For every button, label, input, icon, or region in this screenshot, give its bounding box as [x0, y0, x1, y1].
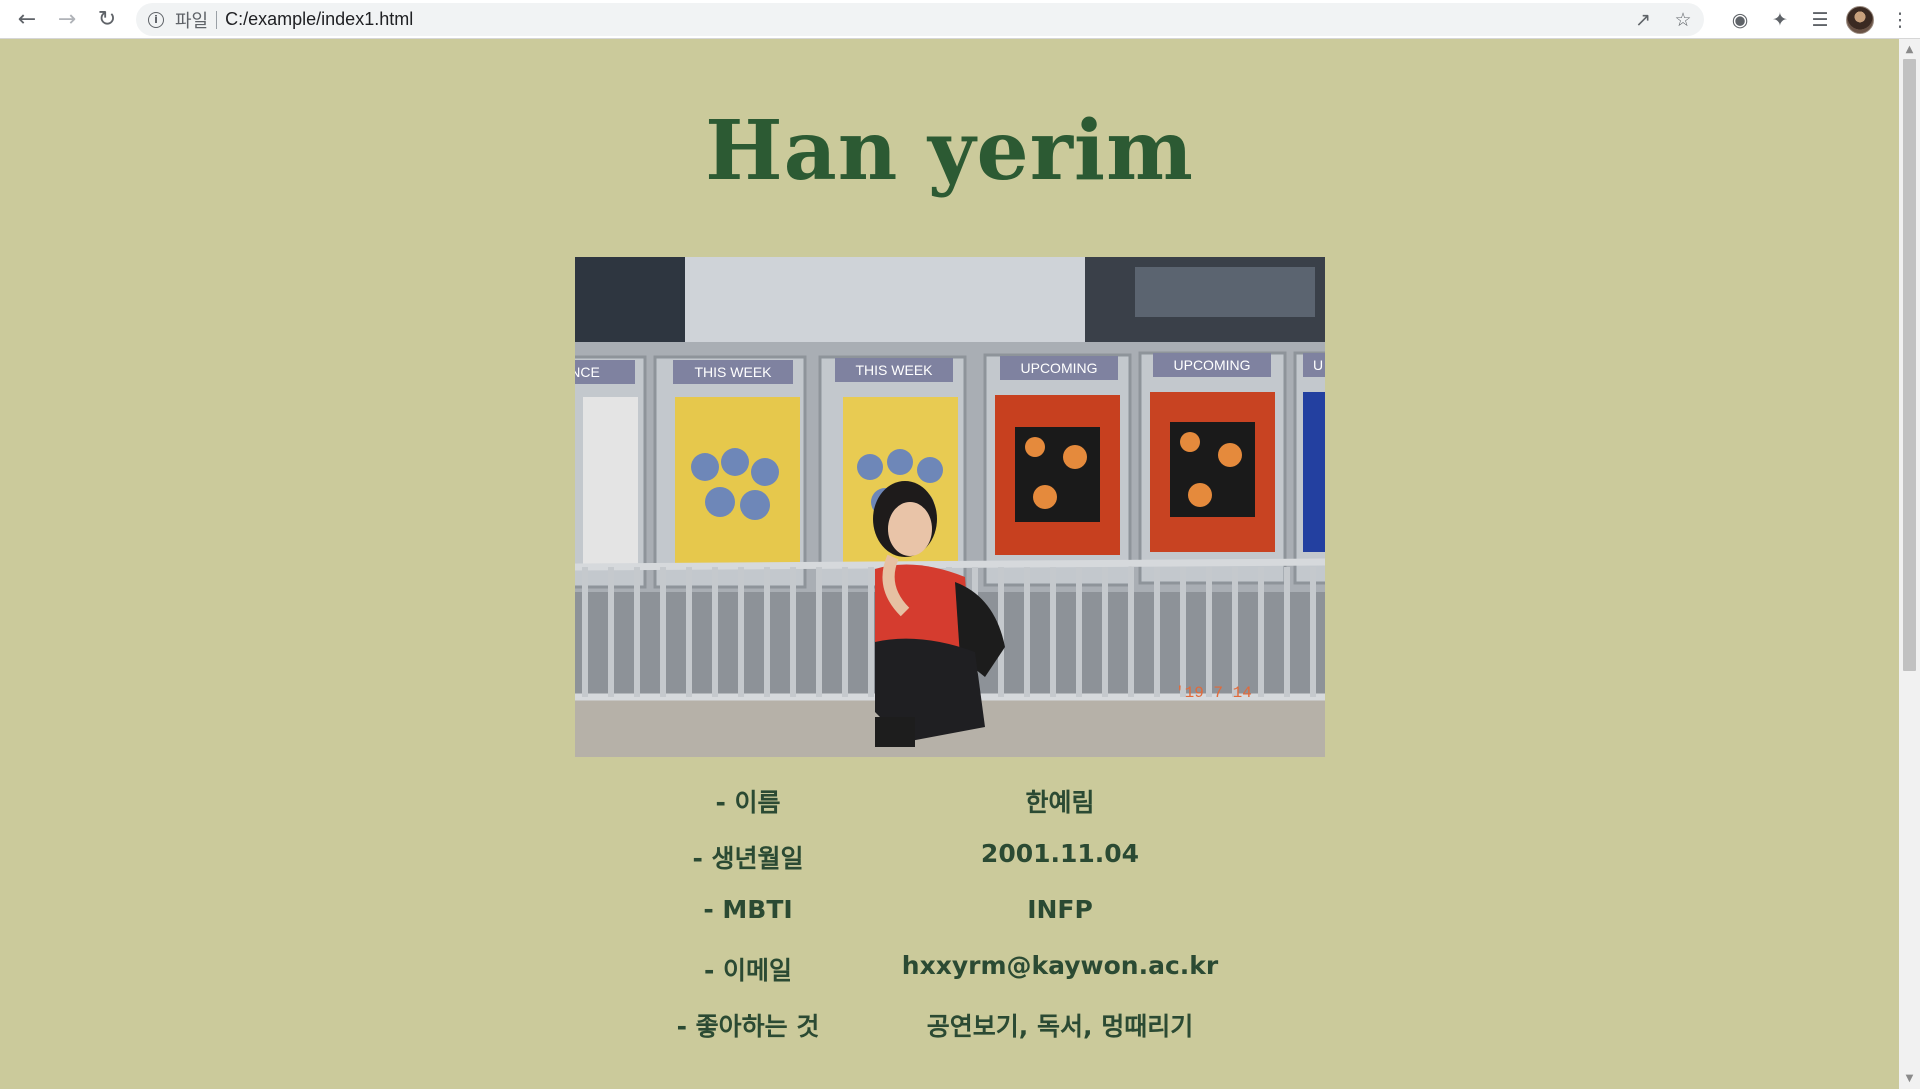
info-value: INFP — [1027, 895, 1093, 924]
back-arrow-icon[interactable]: ← — [7, 0, 47, 39]
profile-photo-illustration: NCE THIS WEEK THIS WEEK UPCOMING UPCOMIN… — [575, 257, 1325, 757]
address-bar[interactable]: i 파일 C:/example/index1.html ↗ ☆ — [136, 3, 1704, 36]
camera-icon[interactable]: ◉ — [1720, 9, 1760, 31]
page-scrollbar[interactable]: ▲ ▼ — [1899, 39, 1920, 1089]
toolbar-actions: ◉ ✦ ☰ ⋮ — [1720, 0, 1920, 39]
avatar[interactable] — [1846, 5, 1874, 34]
profile-photo: NCE THIS WEEK THIS WEEK UPCOMING UPCOMIN… — [575, 257, 1325, 757]
scroll-thumb[interactable] — [1903, 59, 1916, 671]
page-title: Han yerim — [705, 103, 1194, 199]
photo-sign-text: THIS WEEK — [694, 364, 772, 380]
scroll-down-icon[interactable]: ▼ — [1899, 1070, 1920, 1087]
page-content: Han yerim NCE THIS WEEK THIS WEEK UPCOMI… — [0, 39, 1899, 1089]
forward-arrow-icon[interactable]: → — [47, 0, 87, 39]
info-label: - 이름 — [715, 788, 781, 817]
kebab-menu-icon[interactable]: ⋮ — [1880, 9, 1920, 31]
photo-sign-text: U — [1313, 357, 1323, 373]
reading-list-icon[interactable]: ☰ — [1800, 9, 1840, 31]
info-row: - 생년월일 2001.11.04 — [0, 839, 1899, 879]
url-text[interactable]: C:/example/index1.html — [225, 9, 413, 30]
reload-icon[interactable]: ↻ — [87, 0, 127, 39]
puzzle-icon[interactable]: ✦ — [1760, 9, 1800, 31]
info-value: 2001.11.04 — [980, 839, 1140, 868]
browser-toolbar: ← → ↻ i 파일 C:/example/index1.html ↗ ☆ ◉ … — [0, 0, 1920, 39]
photo-date-stamp: '19 7 14 — [1175, 684, 1252, 702]
photo-sign-text: THIS WEEK — [855, 362, 933, 378]
star-icon[interactable]: ☆ — [1672, 9, 1694, 31]
info-row: - MBTI INFP — [0, 895, 1899, 935]
share-icon[interactable]: ↗ — [1632, 9, 1654, 31]
photo-sign-text: UPCOMING — [1021, 360, 1098, 376]
info-value: 공연보기, 독서, 멍때리기 — [926, 1012, 1194, 1041]
address-bar-actions: ↗ ☆ — [1632, 3, 1694, 36]
info-row: - 이메일 hxxyrm@kaywon.ac.kr — [0, 951, 1899, 991]
info-label: - 좋아하는 것 — [676, 1012, 820, 1041]
scheme-label: 파일 — [175, 10, 209, 32]
info-label: - 생년월일 — [692, 844, 804, 873]
info-value: hxxyrm@kaywon.ac.kr — [901, 951, 1219, 980]
info-value: 한예림 — [1025, 788, 1095, 817]
info-label: - MBTI — [703, 895, 793, 924]
info-row: - 이름 한예림 — [0, 783, 1899, 823]
info-row: - 좋아하는 것 공연보기, 독서, 멍때리기 — [0, 1007, 1899, 1047]
info-icon[interactable]: i — [148, 11, 164, 28]
url-separator — [216, 10, 218, 29]
scroll-up-icon[interactable]: ▲ — [1899, 41, 1920, 58]
info-label: - 이메일 — [703, 956, 793, 985]
photo-sign-text: NCE — [575, 364, 600, 380]
photo-sign-text: UPCOMING — [1174, 357, 1251, 373]
